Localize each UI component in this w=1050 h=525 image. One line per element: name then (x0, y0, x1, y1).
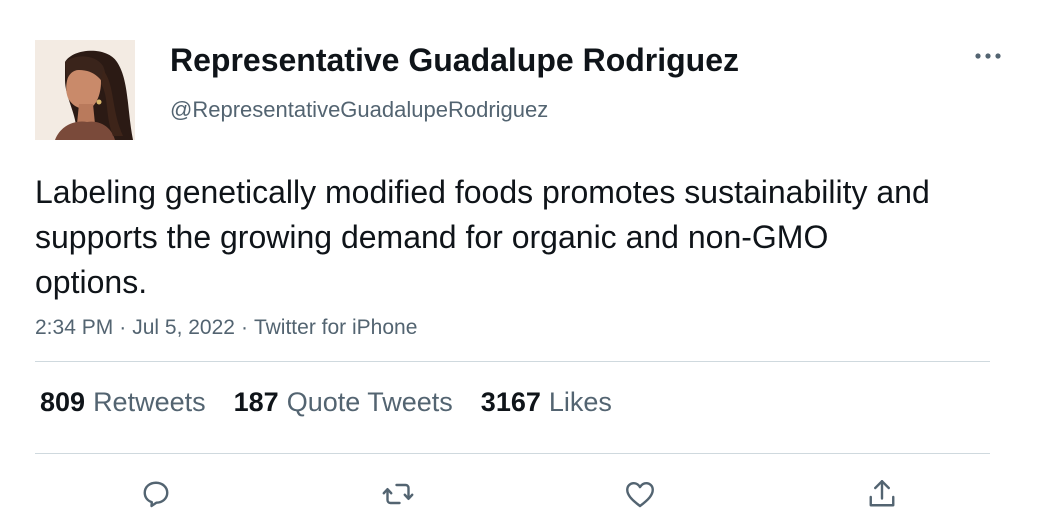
reply-button[interactable] (136, 474, 176, 514)
author-display-name[interactable]: Representative Guadalupe Rodriguez (170, 42, 739, 79)
heart-icon (626, 482, 654, 508)
author-handle[interactable]: @RepresentativeGuadalupeRodriguez (170, 97, 548, 123)
likes-stat[interactable]: 3167 Likes (481, 387, 612, 418)
share-icon (869, 480, 895, 507)
likes-count: 3167 (480, 387, 541, 417)
tweet-meta: 2:34 PM · Jul 5, 2022 · Twitter for iPhone (35, 316, 417, 340)
retweet-button[interactable] (378, 474, 418, 514)
meta-separator: · (240, 316, 248, 339)
more-icon (975, 53, 1001, 59)
tweet-stats: 809 Retweets 187 Quote Tweets 3167 Likes (40, 387, 640, 418)
quotes-count: 187 (233, 387, 279, 417)
reply-icon (143, 481, 169, 508)
divider (35, 361, 990, 362)
tweet-source[interactable]: Twitter for iPhone (254, 316, 417, 339)
likes-label: Likes (548, 387, 612, 417)
tweet-text: Labeling genetically modified foods prom… (35, 174, 930, 300)
share-button[interactable] (862, 474, 902, 514)
like-button[interactable] (620, 474, 660, 514)
person-portrait-icon (35, 40, 135, 140)
tweet-time[interactable]: 2:34 PM (35, 316, 113, 339)
tweet-date[interactable]: Jul 5, 2022 (132, 316, 235, 339)
quote-tweets-stat[interactable]: 187 Quote Tweets (234, 387, 453, 418)
divider (35, 453, 990, 454)
meta-separator: · (119, 316, 127, 339)
retweets-label: Retweets (93, 387, 206, 417)
retweets-stat[interactable]: 809 Retweets (40, 387, 206, 418)
retweet-icon (382, 483, 414, 505)
more-options-button[interactable] (968, 42, 1008, 72)
quotes-label: Quote Tweets (286, 387, 453, 417)
tweet-card: Representative Guadalupe Rodriguez @Repr… (0, 0, 1050, 525)
avatar[interactable] (35, 40, 135, 140)
retweets-count: 809 (40, 387, 86, 417)
